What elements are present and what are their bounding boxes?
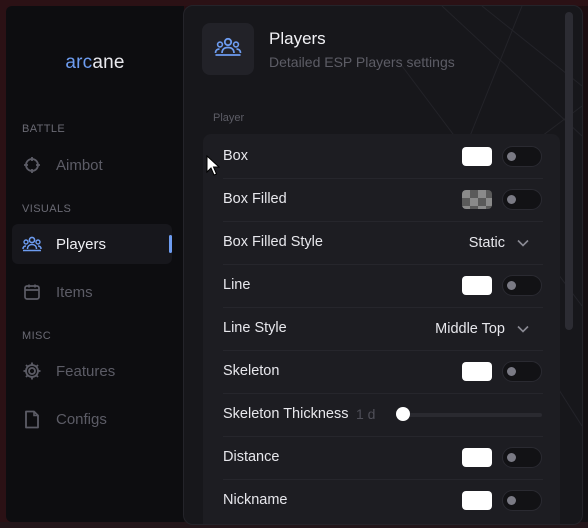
sidebar-item-label: Items [56,283,93,301]
section-label-battle: BATTLE [22,123,66,135]
sidebar-item-label: Aimbot [56,156,103,174]
sidebar-item-label: Players [56,235,107,253]
setting-label: Line [223,277,251,293]
active-indicator [169,235,172,253]
brand-part-main: ane [92,52,125,73]
toggle-switch[interactable] [502,146,542,167]
toggle-switch[interactable] [502,189,542,210]
sidebar-item-players[interactable]: Players [12,224,172,264]
file-icon [22,409,42,429]
setting-label: Nickname [223,492,288,508]
setting-label: Box [223,148,248,164]
sidebar-item-configs[interactable]: Configs [12,399,172,439]
brand-logo: arcane [6,52,184,74]
sidebar-item-label: Configs [56,410,107,428]
setting-row-line-style: Line Style Middle Top [223,307,543,351]
color-picker[interactable] [462,362,492,381]
header-icon-tile [202,23,254,75]
sidebar-item-label: Features [56,362,116,380]
section-label-misc: MISC [22,330,52,342]
sidebar-item-aimbot[interactable]: Aimbot [12,145,172,185]
toggle-switch[interactable] [502,447,542,468]
setting-row-box: Box [223,135,543,179]
group-label: Player [213,112,245,124]
setting-row-distance: Distance [223,436,543,480]
section-label-visuals: VISUALS [22,203,72,215]
items-icon [22,282,42,302]
toggle-switch[interactable] [502,361,542,382]
setting-row-box-filled: Box Filled [223,178,543,222]
setting-row-box-filled-style: Box Filled Style Static [223,221,543,265]
toggle-knob [507,152,516,161]
slider-handle[interactable] [396,407,410,421]
slider-value: 1 d [356,406,376,422]
dropdown-value: Middle Top [435,320,505,337]
chevron-down-icon [517,325,529,333]
setting-label: Distance [223,449,280,465]
color-picker[interactable] [462,491,492,510]
sidebar: arcane BATTLE Aimbot VISUALS Players Ite… [6,6,184,522]
mouse-cursor-icon [206,155,220,176]
setting-row-nickname: Nickname [223,479,543,522]
color-picker[interactable] [462,147,492,166]
setting-label: Skeleton Thickness [223,406,349,422]
settings-card: Box Box Filled Box Filled Style Static L… [203,134,560,524]
players-icon [22,234,42,254]
brand-part-accent: arc [65,52,93,73]
setting-row-skeleton-thickness: Skeleton Thickness 1 d [223,393,543,437]
setting-label: Box Filled Style [223,234,323,250]
sidebar-item-features[interactable]: Features [12,351,172,391]
setting-label: Skeleton [223,363,280,379]
page-title: Players [269,29,326,48]
settings-panel: Players Detailed ESP Players settings Pl… [183,5,583,525]
chevron-down-icon [517,239,529,247]
scrollbar[interactable] [565,12,573,330]
slider-track[interactable] [406,413,542,417]
color-picker[interactable] [462,276,492,295]
toggle-knob [507,367,516,376]
players-icon [214,37,242,62]
setting-label: Line Style [223,320,287,336]
color-picker[interactable] [462,190,492,209]
dropdown-value: Static [468,234,505,251]
toggle-switch[interactable] [502,275,542,296]
setting-row-skeleton: Skeleton [223,350,543,394]
setting-row-line: Line [223,264,543,308]
toggle-knob [507,496,516,505]
setting-label: Box Filled [223,191,287,207]
sidebar-item-items[interactable]: Items [12,272,172,312]
color-picker[interactable] [462,448,492,467]
crosshair-icon [22,155,42,175]
toggle-switch[interactable] [502,490,542,511]
gear-icon [22,361,42,381]
page-subtitle: Detailed ESP Players settings [269,54,455,70]
toggle-knob [507,453,516,462]
style-dropdown[interactable]: Static [469,221,529,264]
style-dropdown[interactable]: Middle Top [435,307,529,350]
toggle-knob [507,195,516,204]
toggle-knob [507,281,516,290]
